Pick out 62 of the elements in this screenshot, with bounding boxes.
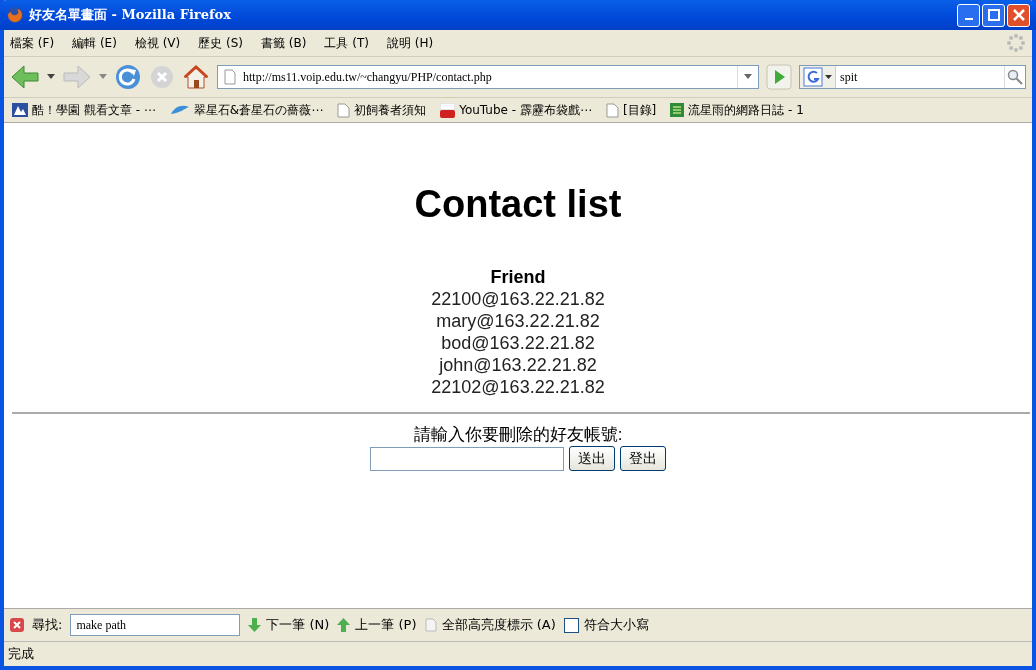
dropdown-caret-icon[interactable]	[744, 74, 752, 80]
bookmark-item[interactable]: [目錄]	[605, 101, 657, 119]
form-button[interactable]: 送出	[569, 446, 615, 471]
maximize-icon	[987, 9, 1000, 21]
account-input-field[interactable]	[370, 446, 564, 471]
search-engine-icon[interactable]	[803, 67, 823, 87]
site-icon	[12, 103, 28, 117]
page-heading: Contact list	[414, 183, 622, 226]
search-field[interactable]: spit	[799, 65, 1026, 89]
page-icon	[605, 102, 619, 118]
dropdown-caret-icon[interactable]	[825, 74, 832, 80]
search-icon[interactable]	[1007, 69, 1023, 85]
friend-entry: 22102@163.22.21.82	[431, 376, 605, 398]
status-text: 完成	[8, 645, 34, 663]
bookmark-item[interactable]: YouTube - 霹靂布袋戲⋯	[440, 101, 592, 119]
close-icon[interactable]	[10, 618, 24, 632]
reload-icon[interactable]	[114, 63, 142, 91]
minimize-icon	[964, 18, 973, 20]
find-next-button[interactable]: 下一筆 (N)	[248, 616, 330, 634]
prompt-text: 請輸入你要刪除的好友帳號:	[413, 424, 623, 446]
menu-item[interactable]: 書籤 (B)	[261, 34, 307, 52]
highlight-all-button[interactable]: 全部高亮度標示 (A)	[424, 616, 556, 634]
form-button[interactable]: 登出	[620, 446, 666, 471]
down-arrow-icon	[248, 618, 262, 632]
find-previous-button[interactable]: 上一筆 (P)	[337, 616, 417, 634]
maximize-button[interactable]	[982, 3, 1005, 27]
find-label: 尋找:	[32, 616, 63, 634]
video-site-icon	[440, 102, 456, 118]
match-case-checkbox[interactable]: 符合大小寫	[563, 616, 649, 634]
menu-item[interactable]: 檔案 (F)	[10, 34, 55, 52]
page-icon	[223, 69, 237, 85]
list-heading: Friend	[490, 266, 546, 288]
friend-entry: 22100@163.22.21.82	[431, 288, 605, 310]
minimize-button[interactable]	[957, 3, 980, 27]
throbber-icon	[1006, 33, 1026, 53]
address-field[interactable]: http://ms11.voip.edu.tw/~changyu/PHP/contact.php	[217, 65, 759, 89]
home-icon[interactable]	[182, 64, 210, 90]
close-button[interactable]	[1007, 3, 1030, 27]
dropdown-caret-icon[interactable]	[47, 74, 55, 80]
page-icon	[337, 102, 351, 118]
menu-item[interactable]: 歷史 (S)	[198, 34, 244, 52]
bookmark-item[interactable]: 初飼養者須知	[337, 101, 427, 119]
close-icon	[1012, 9, 1025, 21]
go-icon[interactable]	[766, 64, 792, 90]
bookmark-item[interactable]: 酷！學園 觀看文章 - ⋯	[12, 101, 156, 119]
back-arrow-icon[interactable]	[10, 64, 40, 90]
firefox-icon	[6, 6, 24, 24]
window-title: 好友名單畫面 - Mozilla Firefox	[29, 6, 232, 24]
menu-item[interactable]: 檢視 (V)	[134, 34, 181, 52]
bookmark-item[interactable]: 流星雨的網路日誌 - 1	[670, 101, 804, 119]
menu-item[interactable]: 編輯 (E)	[72, 34, 117, 52]
find-field[interactable]: make path	[70, 614, 241, 636]
friend-entry: bod@163.22.21.82	[441, 332, 595, 354]
wing-icon	[169, 104, 190, 116]
blog-icon	[670, 103, 685, 117]
bookmark-item[interactable]: 翠星石&蒼星石の薔薇⋯	[169, 101, 324, 119]
friend-entry: john@163.22.21.82	[439, 354, 597, 376]
up-arrow-icon	[337, 618, 351, 632]
menu-item[interactable]: 工具 (T)	[324, 34, 369, 52]
page-icon	[424, 618, 437, 632]
friend-entry: mary@163.22.21.82	[436, 310, 600, 332]
menu-item[interactable]: 說明 (H)	[387, 34, 434, 52]
